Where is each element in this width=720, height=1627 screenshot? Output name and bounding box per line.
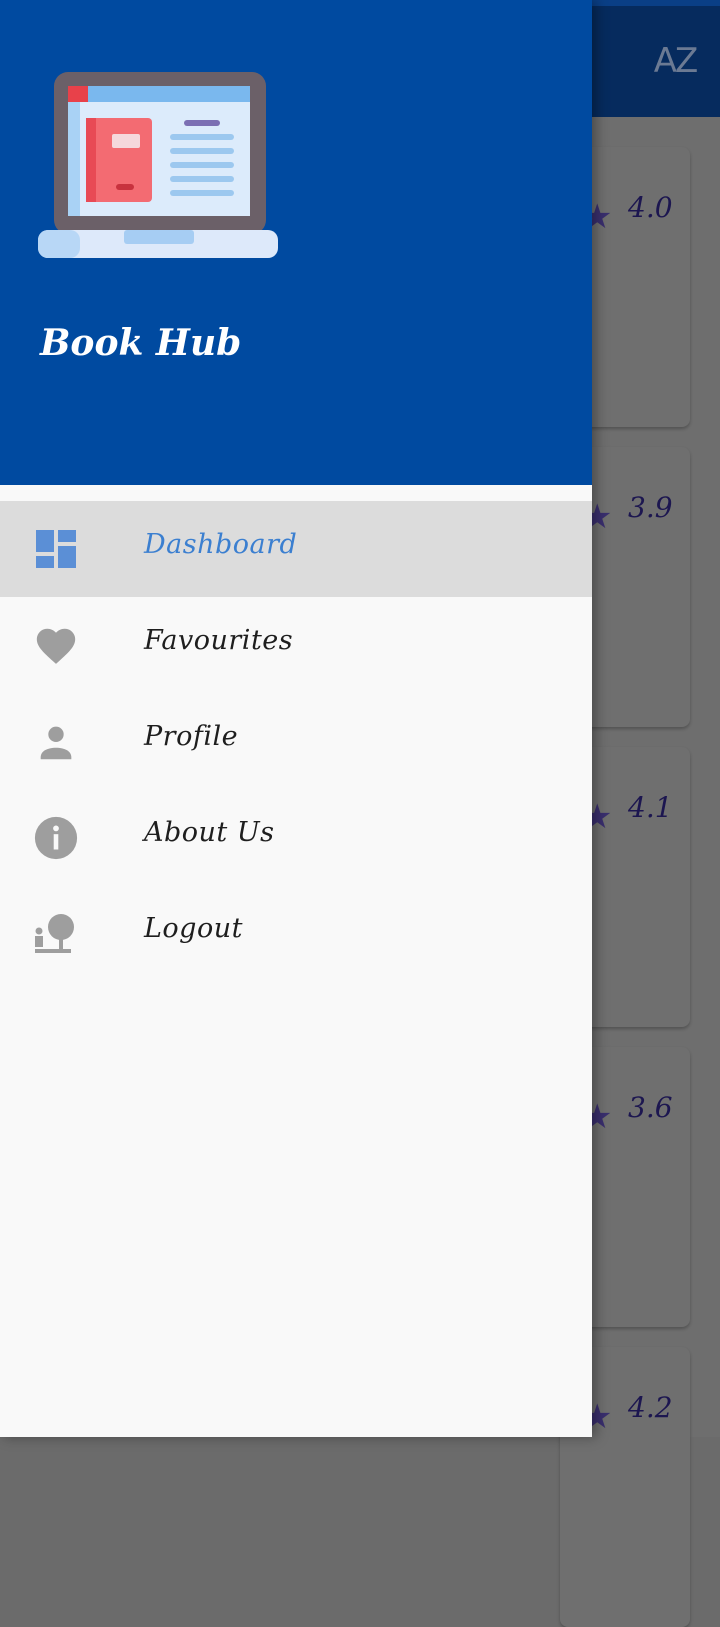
navigation-drawer: Book Hub Dashboard Favourites Profile Ab… (0, 0, 592, 1437)
drawer-menu: Dashboard Favourites Profile About Us Lo… (0, 501, 592, 981)
menu-item-favourites[interactable]: Favourites (0, 597, 592, 693)
menu-label-logout: Logout (144, 913, 243, 944)
sort-az-button[interactable]: AZ (648, 36, 702, 86)
menu-item-dashboard[interactable]: Dashboard (0, 501, 592, 597)
menu-label-profile: Profile (144, 721, 239, 752)
menu-item-logout[interactable]: Logout (0, 885, 592, 981)
menu-item-about-us[interactable]: About Us (0, 789, 592, 885)
menu-label-about-us: About Us (144, 817, 275, 848)
dashboard-icon (33, 527, 79, 573)
info-icon (33, 815, 79, 861)
app-name: Book Hub (40, 322, 242, 364)
heart-icon (33, 623, 79, 669)
book-rating: 3.6 (628, 1091, 673, 1124)
menu-item-profile[interactable]: Profile (0, 693, 592, 789)
book-rating: 4.0 (628, 191, 673, 224)
book-rating: 4.1 (628, 791, 673, 824)
person-icon (33, 719, 79, 765)
book-rating: 4.2 (628, 1391, 673, 1424)
menu-label-favourites: Favourites (144, 625, 294, 656)
drawer-header: Book Hub (0, 0, 592, 485)
menu-label-dashboard: Dashboard (144, 529, 298, 560)
laptop-book-logo-icon (38, 72, 278, 258)
logout-icon (33, 911, 79, 957)
book-rating: 3.9 (628, 491, 673, 524)
